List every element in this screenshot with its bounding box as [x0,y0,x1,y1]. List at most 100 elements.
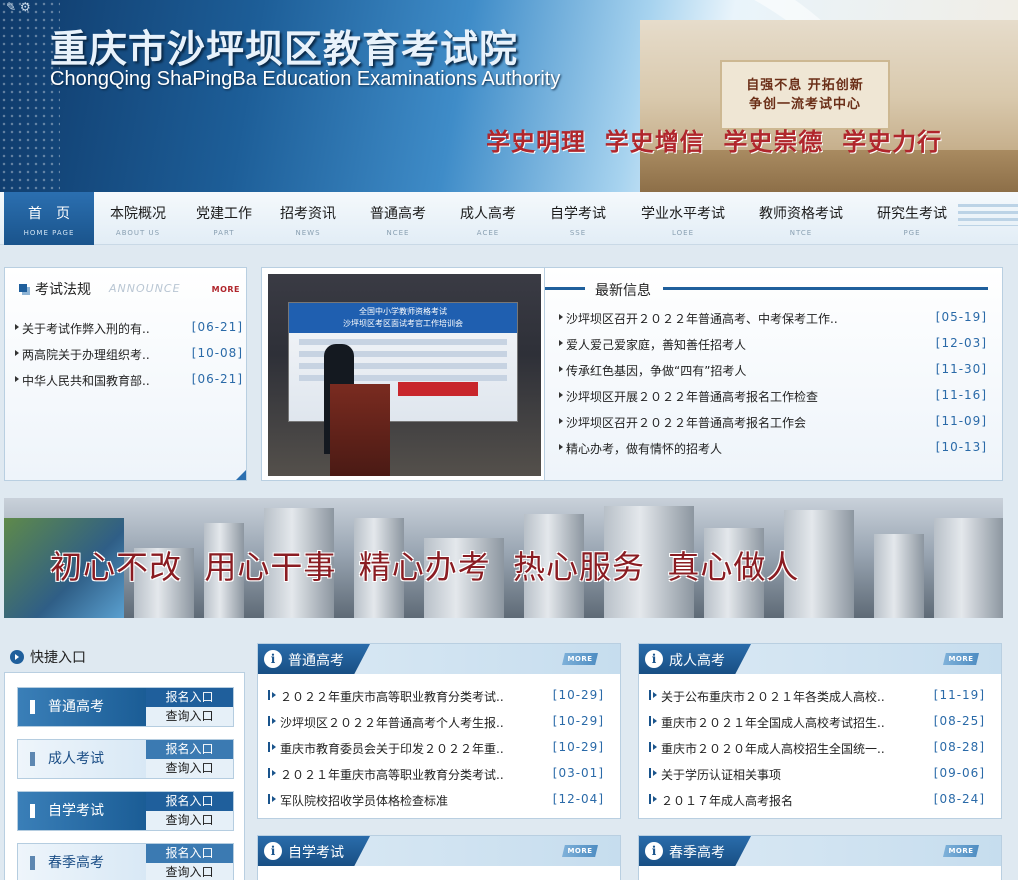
list-item[interactable]: ２０１７年成人高考报名 [08-24] [649,788,985,814]
register-link[interactable]: 报名入口 [146,844,233,863]
section-chengren: i 成人高考 MORE 关于公布重庆市２０２１年各类成人高校.. [11-19] 重… [638,643,1002,819]
law-more-link[interactable]: MORE [212,285,240,294]
nav-sse[interactable]: 自学考试 SSE [540,192,616,245]
photo-sign [398,382,478,396]
bar-icon [30,752,35,766]
query-link[interactable]: 查询入口 [146,811,233,830]
section-title: 成人高考 [669,653,725,669]
nav-home[interactable]: 首 页 HOME PAGE [4,192,94,245]
news-photo[interactable]: 全国中小学教师资格考试 沙坪坝区考区面试考官工作培训会 [268,274,541,476]
quick-entry-zixue: 自学考试 报名入口 查询入口 [17,791,234,831]
register-link[interactable]: 报名入口 [146,792,233,811]
banner-wall-text: 自强不息 开拓创新 争创一流考试中心 [746,78,864,112]
list-item[interactable]: 关于考试作弊入刑的有.. [06-21] [15,316,243,342]
triangle-bullet-icon [272,744,276,750]
list-item[interactable]: ２０２１年重庆市高等职业教育分类考试.. [03-01] [268,762,604,788]
triangle-bullet-icon [272,796,276,802]
triangle-bullet-icon [653,692,657,698]
more-button[interactable]: MORE [562,653,598,665]
info-icon: i [264,842,282,860]
more-button[interactable]: MORE [943,653,979,665]
query-link[interactable]: 查询入口 [146,863,233,880]
list-item[interactable]: ２０２２年重庆市高等职业教育分类考试.. [10-29] [268,684,604,710]
law-panel: 考试法规 ANNOUNCE MORE 关于考试作弊入刑的有.. [06-21] 两… [4,267,247,481]
list-item[interactable]: 爱人爱己爱家庭，善知善任招考人 [12-03] [559,332,987,358]
bar-icon [30,700,35,714]
quick-entry-name[interactable]: 春季高考 [18,844,148,880]
bar-icon [30,804,35,818]
query-link[interactable]: 查询入口 [146,707,233,726]
photo-podium [330,384,390,476]
law-list: 关于考试作弊入刑的有.. [06-21] 两高院关于办理组织考.. [10-08] … [15,316,243,394]
nav-pge[interactable]: 研究生考试 PGE [866,192,958,245]
triangle-bullet-icon [559,366,563,372]
section-tab: i 成人高考 [639,644,751,674]
query-link[interactable]: 查询入口 [146,759,233,778]
quick-entry-name[interactable]: 成人考试 [18,740,148,778]
header-banner: ✎ ⚙ 自强不息 开拓创新 争创一流考试中心 重庆市沙坪坝区教育考试院 Chon… [0,0,1018,192]
section-chunji: i 春季高考 MORE [638,835,1002,880]
list-item[interactable]: 重庆市２０２１年全国成人高校考试招生.. [08-25] [649,710,985,736]
register-link[interactable]: 报名入口 [146,688,233,707]
edit-icon[interactable]: ✎ ⚙ [6,0,31,14]
register-link[interactable]: 报名入口 [146,740,233,759]
banner-photo: 自强不息 开拓创新 争创一流考试中心 [640,20,1018,192]
main-nav: 首 页 HOME PAGE 本院概况 ABOUT US 党建工作 PART 招考资讯 N… [0,192,1018,245]
latest-news-panel: 最新信息 沙坪坝区召开２０２２年普通高考、中考保考工作.. [05-19] 爱人爱… [545,267,1003,481]
banner-slogan-text: 初心不改 用心干事 精心办考 热心服务 真心做人 [50,548,800,586]
list-item[interactable]: 重庆市教育委员会关于印发２０２２年重.. [10-29] [268,736,604,762]
latest-news-title: 最新信息 [595,283,651,299]
nav-about[interactable]: 本院概况 ABOUT US [100,192,176,245]
info-icon: i [645,842,663,860]
section-tab: i 自学考试 [258,836,370,866]
list-item[interactable]: 两高院关于办理组织考.. [10-08] [15,342,243,368]
list-item[interactable]: 关于学历认证相关事项 [09-06] [649,762,985,788]
more-button[interactable]: MORE [562,845,598,857]
list-item[interactable]: 重庆市２０２０年成人高校招生全国统一.. [08-28] [649,736,985,762]
triangle-bullet-icon [653,718,657,724]
nav-ntce[interactable]: 教师资格考试 NTCE [748,192,854,245]
section-title: 自学考试 [288,845,344,861]
triangle-bullet-icon [653,796,657,802]
quick-entry-panel: 普通高考 报名入口 查询入口 成人考试 报名入口 查询入口 自学考试 报名入口 查询入… [4,672,245,880]
list-item[interactable]: 沙坪坝区２０２２年普通高考个人考生报.. [10-29] [268,710,604,736]
news-photo-frame: 全国中小学教师资格考试 沙坪坝区考区面试考官工作培训会 [261,267,545,481]
section-list: ２０２２年重庆市高等职业教育分类考试.. [10-29] 沙坪坝区２０２２年普通高… [268,684,604,814]
triangle-bullet-icon [559,314,563,320]
list-item[interactable]: 沙坪坝区开展２０２２年普通高考报名工作检查 [11-16] [559,384,987,410]
quick-entry-name[interactable]: 自学考试 [18,792,148,830]
triangle-bullet-icon [272,770,276,776]
triangle-bullet-icon [559,340,563,346]
section-tab: i 普通高考 [258,644,370,674]
quick-entry-chengren: 成人考试 报名入口 查询入口 [17,739,234,779]
site-title: 重庆市沙坪坝区教育考试院 [50,26,519,71]
section-list: 关于公布重庆市２０２１年各类成人高校.. [11-19] 重庆市２０２１年全国成人… [649,684,985,814]
nav-ncee[interactable]: 普通高考 NCEE [360,192,436,245]
nav-party[interactable]: 党建工作 PART [186,192,262,245]
list-item[interactable]: 精心办考，做有情怀的招考人 [10-13] [559,436,987,462]
list-item[interactable]: 传承红色基因，争做“四有”招考人 [11-30] [559,358,987,384]
nav-acee[interactable]: 成人高考 ACEE [450,192,526,245]
nav-news[interactable]: 招考资讯 NEWS [270,192,346,245]
banner-slogan: 学史明理 学史增信 学史崇德 学史力行 [486,127,943,156]
triangle-bullet-icon [559,418,563,424]
triangle-bullet-icon [559,444,563,450]
banner-photo-wall: 自强不息 开拓创新 争创一流考试中心 [720,60,890,130]
list-item[interactable]: 军队院校招收学员体格检查标准 [12-04] [268,788,604,814]
more-button[interactable]: MORE [943,845,979,857]
section-zixue: i 自学考试 MORE [257,835,621,880]
list-item[interactable]: 关于公布重庆市２０２１年各类成人高校.. [11-19] [649,684,985,710]
list-item[interactable]: 沙坪坝区召开２０２２年普通高考、中考保考工作.. [05-19] [559,306,987,332]
nav-loee[interactable]: 学业水平考试 LOEE [630,192,736,245]
list-item[interactable]: 沙坪坝区召开２０２２年普通高考报名工作会 [11-09] [559,410,987,436]
bar-icon [30,856,35,870]
panel-corner-decor [236,470,246,480]
triangle-bullet-icon [15,324,19,330]
triangle-bullet-icon [15,376,19,382]
quick-entry-gaokao: 普通高考 报名入口 查询入口 [17,687,234,727]
info-icon: i [645,650,663,668]
list-item[interactable]: 中华人民共和国教育部.. [06-21] [15,368,243,394]
quick-entry-name[interactable]: 普通高考 [18,688,148,726]
info-icon: i [264,650,282,668]
section-title: 春季高考 [669,845,725,861]
